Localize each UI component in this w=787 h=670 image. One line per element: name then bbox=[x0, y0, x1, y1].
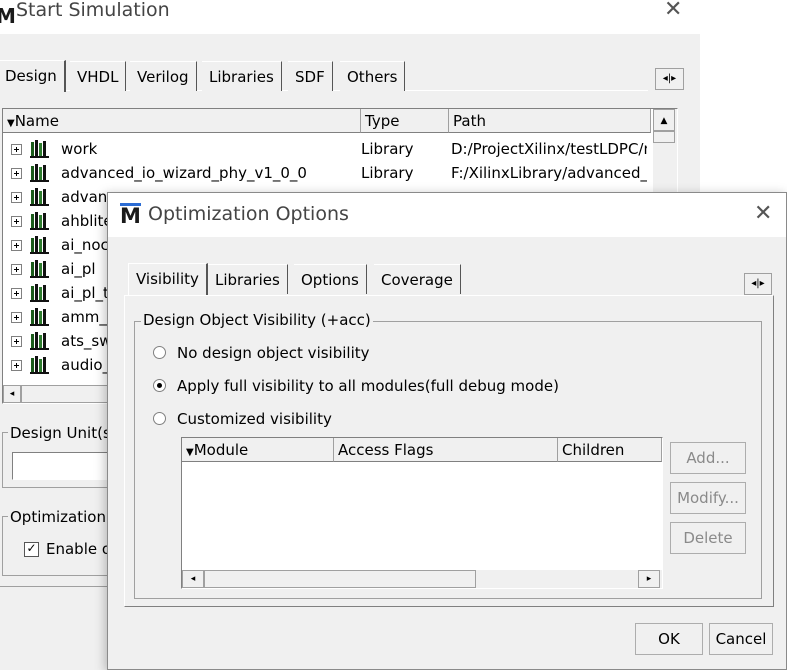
library-type: Library bbox=[361, 164, 414, 182]
tab-libraries[interactable]: Libraries bbox=[202, 61, 282, 91]
library-row[interactable]: advanced_io_wizard_phy_v1_0_0 Library F:/X… bbox=[3, 161, 651, 185]
optimization-titlebar: M Optimization Options ✕ bbox=[108, 193, 786, 237]
expand-plus-icon[interactable] bbox=[11, 144, 22, 155]
app-logo-icon: M bbox=[120, 203, 141, 228]
delete-button[interactable]: Delete bbox=[670, 522, 746, 554]
expand-plus-icon[interactable] bbox=[11, 360, 22, 371]
col-header-children[interactable]: Children bbox=[558, 438, 662, 462]
library-books-icon bbox=[29, 331, 51, 351]
library-row[interactable]: work Library D:/ProjectXilinx/testLDPC/n bbox=[3, 137, 651, 161]
start-simulation-titlebar: M Start Simulation ✕ bbox=[0, 0, 700, 34]
expand-plus-icon[interactable] bbox=[11, 216, 22, 227]
col-header-module[interactable]: ▼Module bbox=[182, 438, 334, 462]
expand-plus-icon[interactable] bbox=[11, 312, 22, 323]
library-books-icon bbox=[29, 211, 51, 231]
library-name: advanced_io_wizard_phy_v1_0_0 bbox=[61, 164, 307, 182]
tab-design[interactable]: Design bbox=[0, 60, 66, 92]
app-logo-icon: M bbox=[0, 4, 16, 28]
radio-customized-visibility-label: Customized visibility bbox=[177, 410, 332, 428]
close-icon[interactable]: ✕ bbox=[754, 201, 772, 226]
module-table[interactable]: ▼Module Access Flags Children ◂ ▸ bbox=[181, 437, 663, 589]
tab-visibility[interactable]: Visibility bbox=[128, 263, 208, 295]
expand-plus-icon[interactable] bbox=[11, 288, 22, 299]
tab-scroll-arrows[interactable]: ◂|▸ bbox=[655, 68, 684, 90]
window-title: Start Simulation bbox=[16, 0, 170, 21]
library-books-icon bbox=[29, 187, 51, 207]
cancel-button[interactable]: Cancel bbox=[709, 623, 773, 655]
tab-sdf[interactable]: SDF bbox=[288, 61, 333, 91]
modify-button[interactable]: Modify... bbox=[670, 482, 746, 514]
tab-others[interactable]: Others bbox=[340, 61, 406, 91]
col-header-name[interactable]: ▼Name bbox=[3, 109, 361, 133]
tab-coverage[interactable]: Coverage bbox=[374, 264, 461, 294]
visibility-group-label: Design Object Visibility (+acc) bbox=[141, 311, 373, 329]
scroll-left-button[interactable]: ◂ bbox=[3, 385, 21, 403]
col-header-access-flags[interactable]: Access Flags bbox=[334, 438, 558, 462]
expand-plus-icon[interactable] bbox=[11, 336, 22, 347]
module-table-hscrollbar[interactable]: ◂ ▸ bbox=[182, 570, 662, 588]
library-books-icon bbox=[29, 283, 51, 303]
radio-full-visibility-label: Apply full visibility to all modules(ful… bbox=[177, 377, 559, 395]
add-button[interactable]: Add... bbox=[670, 442, 746, 474]
enable-optimization-checkbox[interactable]: ✓ bbox=[24, 542, 39, 557]
library-name: work bbox=[61, 140, 98, 158]
dialog-title: Optimization Options bbox=[148, 203, 349, 225]
library-books-icon bbox=[29, 163, 51, 183]
library-books-icon bbox=[29, 307, 51, 327]
col-header-type[interactable]: Type bbox=[361, 109, 449, 133]
library-books-icon bbox=[29, 355, 51, 375]
scroll-thumb[interactable] bbox=[653, 131, 675, 143]
ok-button[interactable]: OK bbox=[635, 623, 703, 655]
tab-vhdl[interactable]: VHDL bbox=[70, 61, 127, 91]
expand-plus-icon[interactable] bbox=[11, 264, 22, 275]
scroll-up-button[interactable]: ▲ bbox=[653, 109, 675, 131]
library-path: F:/XilinxLibrary/advanced_i bbox=[451, 164, 647, 182]
close-icon[interactable]: ✕ bbox=[664, 0, 682, 22]
design-units-label: Design Unit(s) bbox=[8, 424, 119, 442]
radio-no-visibility[interactable] bbox=[153, 346, 166, 359]
radio-full-visibility[interactable] bbox=[153, 379, 166, 392]
col-header-path[interactable]: Path bbox=[449, 109, 651, 133]
tab-libraries[interactable]: Libraries bbox=[208, 264, 288, 294]
library-books-icon bbox=[29, 259, 51, 279]
tab-scroll-arrows[interactable]: ◂|▸ bbox=[744, 273, 772, 295]
tab-options[interactable]: Options bbox=[294, 264, 367, 294]
optimization-label: Optimization bbox=[8, 508, 108, 526]
expand-plus-icon[interactable] bbox=[11, 168, 22, 179]
expand-plus-icon[interactable] bbox=[11, 240, 22, 251]
optimization-options-dialog: M Optimization Options ✕ Visibility Libr… bbox=[107, 192, 787, 670]
scroll-left-button[interactable]: ◂ bbox=[182, 570, 204, 588]
radio-no-visibility-label: No design object visibility bbox=[177, 344, 370, 362]
enable-optimization-label: Enable o bbox=[46, 540, 112, 558]
library-books-icon bbox=[29, 235, 51, 255]
expand-plus-icon[interactable] bbox=[11, 192, 22, 203]
hscroll-thumb[interactable] bbox=[204, 570, 476, 588]
radio-customized-visibility[interactable] bbox=[153, 412, 166, 425]
library-type: Library bbox=[361, 140, 414, 158]
library-path: D:/ProjectXilinx/testLDPC/n bbox=[451, 140, 647, 158]
tab-verilog[interactable]: Verilog bbox=[130, 61, 197, 91]
scroll-right-button[interactable]: ▸ bbox=[638, 570, 660, 588]
library-books-icon bbox=[29, 139, 51, 159]
